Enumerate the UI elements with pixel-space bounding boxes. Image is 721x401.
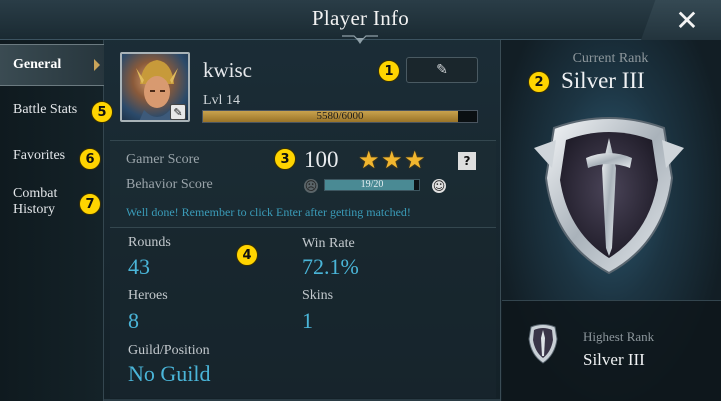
highest-rank-value: Silver III — [583, 350, 645, 369]
highest-rank-label: Highest Rank — [583, 329, 655, 344]
behavior-message: Well done! Remember to click Enter after… — [126, 205, 411, 219]
sidebar — [0, 40, 104, 401]
gamer-score-value: 100 — [304, 147, 339, 172]
silver-rank-shield-icon — [534, 117, 684, 275]
annotation-badge-6: 6 — [79, 148, 101, 170]
behavior-score-bar: 19/20 — [324, 179, 420, 191]
annotation-badge-5: 5 — [91, 101, 113, 123]
xp-progress-text: 5580/6000 — [316, 110, 364, 122]
heroes-label: Heroes — [128, 288, 168, 303]
title-ornament-icon — [342, 35, 378, 44]
tab-favorites-label: Favorites — [13, 148, 66, 163]
xp-progress-bar: 5580/6000 — [202, 110, 478, 123]
skins-label: Skins — [302, 288, 334, 303]
happy-face-icon: ☺ — [432, 179, 446, 193]
sad-face-icon: ☹ — [304, 179, 318, 193]
tab-combat-history[interactable]: Combat History — [0, 186, 78, 218]
annotation-badge-1: 1 — [378, 60, 400, 82]
guild-value: No Guild — [128, 361, 211, 386]
rounds-label: Rounds — [128, 235, 171, 250]
current-rank-value: Silver III — [561, 68, 645, 93]
tab-battle-stats[interactable]: Battle Stats — [0, 102, 104, 118]
annotation-badge-4: 4 — [236, 244, 258, 266]
highest-rank-shield-icon — [528, 324, 558, 364]
win-rate-value: 72.1% — [302, 254, 359, 279]
behavior-score-text: 19/20 — [360, 179, 384, 190]
rounds-value: 43 — [128, 254, 150, 279]
active-chevron-icon — [94, 59, 100, 71]
current-rank-label: Current Rank — [572, 51, 649, 66]
player-name: kwisc — [203, 58, 252, 82]
tab-general-label: General — [13, 57, 62, 72]
annotation-badge-3: 3 — [274, 148, 296, 170]
annotation-badge-2: 2 — [528, 71, 550, 93]
avatar-edit-button[interactable]: ✎ — [170, 104, 186, 120]
behavior-score-label: Behavior Score — [126, 177, 213, 192]
tab-general[interactable]: General — [0, 44, 104, 86]
player-level: Lvl 14 — [203, 93, 240, 108]
help-label: ? — [463, 154, 471, 168]
gamer-score-label: Gamer Score — [126, 152, 200, 167]
close-icon: ✕ — [675, 3, 699, 37]
edit-square-icon: ✎ — [173, 105, 183, 119]
annotation-badge-7: 7 — [79, 193, 101, 215]
gamer-score-help-button[interactable]: ? — [458, 152, 476, 170]
star-icon: ★ — [358, 146, 380, 174]
guild-label: Guild/Position — [128, 343, 210, 358]
heroes-value: 8 — [128, 308, 139, 333]
star-icon: ★ — [404, 146, 426, 174]
pencil-icon: ✎ — [436, 62, 448, 78]
star-icon: ★ — [381, 146, 403, 174]
win-rate-label: Win Rate — [302, 236, 355, 251]
tab-battle-stats-label: Battle Stats — [13, 102, 78, 117]
window-title: Player Info — [311, 6, 410, 30]
edit-name-button[interactable]: ✎ — [406, 57, 478, 83]
tab-combat-history-label: Combat History — [13, 186, 58, 217]
skins-value: 1 — [302, 308, 313, 333]
